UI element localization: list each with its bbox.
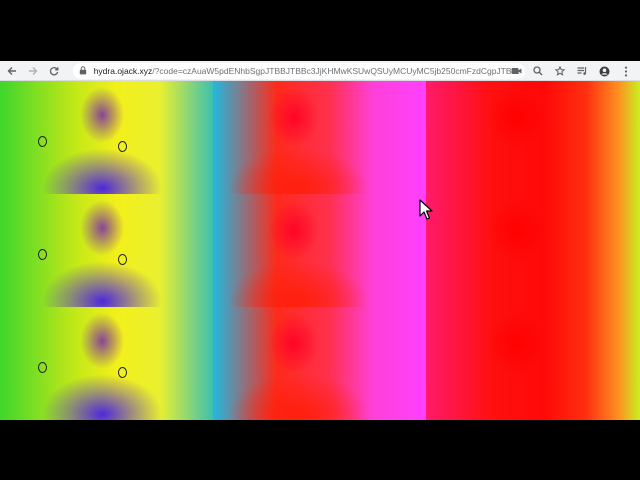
earring-shape	[118, 254, 127, 265]
kebab-menu-icon	[624, 66, 628, 76]
camera-in-use-button[interactable]	[506, 62, 526, 80]
video-tile	[426, 194, 640, 307]
video-tile	[213, 194, 426, 307]
media-queue-icon	[577, 67, 586, 75]
reload-button[interactable]	[45, 62, 63, 80]
zoom-icon	[533, 66, 543, 76]
video-tile	[0, 81, 213, 194]
earring-shape	[38, 136, 47, 147]
lock-icon	[79, 66, 88, 75]
reload-icon	[49, 66, 59, 75]
mouse-pointer-icon	[419, 199, 433, 220]
profile-button[interactable]	[594, 62, 614, 80]
video-tile	[213, 307, 426, 420]
toolbar-actions	[504, 61, 636, 81]
hydra-canvas[interactable]	[0, 81, 640, 420]
arrow-right-icon	[29, 66, 38, 75]
media-queue-button[interactable]	[572, 62, 592, 80]
video-tile	[426, 307, 640, 420]
address-bar[interactable]: hydra.ojack.xyz /?code=czAuaW5pdENhbSgpJ…	[73, 62, 525, 79]
letterbox-top	[0, 0, 640, 61]
earring-shape	[38, 249, 47, 260]
video-tile	[213, 81, 426, 194]
zoom-button[interactable]	[528, 62, 548, 80]
camera-icon	[511, 68, 521, 74]
browser-toolbar: hydra.ojack.xyz /?code=czAuaW5pdENhbSgpJ…	[0, 61, 640, 81]
bookmark-button[interactable]	[550, 62, 570, 80]
forward-button[interactable]	[24, 62, 42, 80]
url-path: /?code=czAuaW5pdENhbSgpJTBBJTBBc3JjKHMwK…	[152, 65, 525, 76]
earring-shape	[38, 362, 47, 373]
video-tile	[0, 307, 213, 420]
earring-shape	[118, 141, 127, 152]
back-button[interactable]	[3, 62, 21, 80]
video-tile	[0, 194, 213, 307]
arrow-left-icon	[7, 66, 16, 75]
earring-shape	[118, 367, 127, 378]
letterbox-bottom	[0, 420, 640, 480]
bookmark-star-icon	[555, 66, 565, 76]
chrome-menu-button[interactable]	[616, 62, 636, 80]
video-tile	[426, 81, 640, 194]
profile-icon	[599, 66, 609, 76]
url-host: hydra.ojack.xyz	[93, 65, 153, 76]
